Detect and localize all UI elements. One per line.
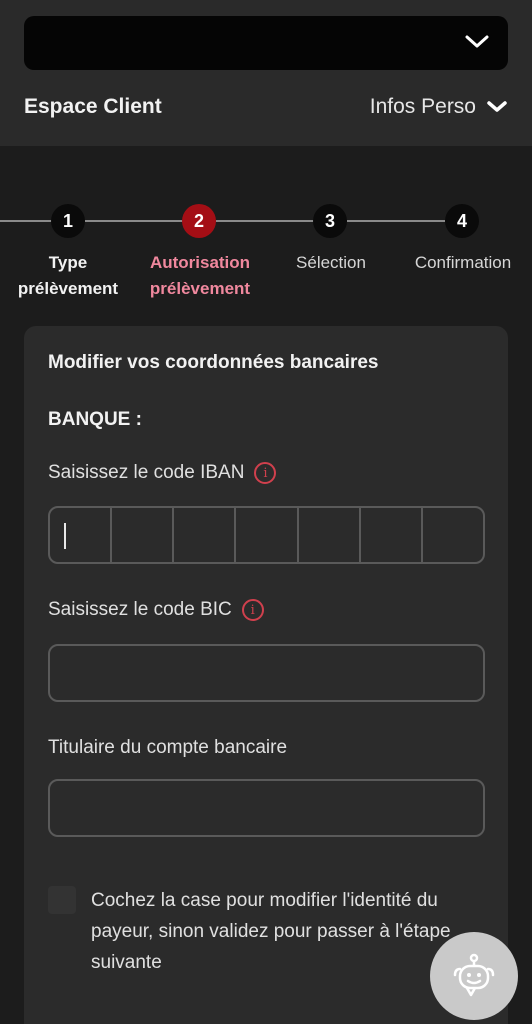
step-2-label-line2: prélèvement	[149, 279, 251, 298]
info-icon[interactable]: i	[254, 462, 277, 484]
iban-segment[interactable]	[423, 508, 483, 562]
iban-label-row: Saisissez le code IBAN i	[48, 462, 277, 484]
account-holder-input[interactable]	[48, 779, 485, 837]
step-2-circle: 2	[182, 204, 216, 238]
chatbot-button[interactable]	[430, 932, 518, 1020]
step-connector	[347, 220, 445, 222]
espace-client-title: Espace Client	[24, 95, 162, 118]
bic-label: Saisissez le code BIC	[48, 599, 232, 620]
text-caret	[64, 523, 66, 549]
bic-label-row: Saisissez le code BIC i	[48, 599, 264, 621]
step-2-label-line1: Autorisation	[149, 253, 251, 272]
chevron-down-icon	[465, 35, 489, 48]
chevron-down-icon	[487, 101, 507, 112]
step-1-label-line1: Type	[48, 253, 88, 272]
step-connector	[0, 220, 52, 222]
step-1-label: Type prélèvement	[8, 250, 128, 302]
section-title: BANQUE :	[48, 409, 142, 430]
holder-label-row: Titulaire du compte bancaire	[48, 737, 287, 759]
info-icon[interactable]: i	[241, 599, 264, 621]
iban-segment[interactable]	[299, 508, 361, 562]
step-1-circle: 1	[51, 204, 85, 238]
step-4-circle: 4	[445, 204, 479, 238]
checkbox-label: Cochez la case pour modifier l'identité …	[91, 890, 451, 973]
holder-label: Titulaire du compte bancaire	[48, 737, 288, 758]
step-connector	[85, 220, 183, 222]
step-3-label: Sélection	[296, 253, 366, 272]
chatbot-icon	[453, 953, 495, 997]
iban-segment[interactable]	[50, 508, 113, 562]
bic-input[interactable]	[48, 644, 485, 702]
step-3-circle: 3	[313, 204, 347, 238]
step-connector	[216, 220, 314, 222]
iban-segment[interactable]	[361, 508, 423, 562]
infos-perso-menu[interactable]: Infos Perso	[370, 95, 508, 119]
iban-label: Saisissez le code IBAN	[48, 462, 245, 483]
progress-stepper: 1 2 3 4 Type prélèvement Autorisation pr…	[0, 200, 532, 310]
infos-perso-label: Infos Perso	[369, 95, 476, 118]
card-title: Modifier vos coordonnées bancaires	[48, 352, 379, 373]
iban-input[interactable]	[48, 506, 485, 564]
step-2-label: Autorisation prélèvement	[136, 250, 264, 302]
iban-segment[interactable]	[112, 508, 175, 562]
step-4-label: Confirmation	[414, 253, 512, 272]
iban-segment[interactable]	[174, 508, 237, 562]
header: Espace Client Infos Perso	[0, 0, 532, 146]
top-dropdown[interactable]	[24, 16, 508, 70]
modify-payer-checkbox[interactable]	[48, 886, 76, 914]
step-1-label-line2: prélèvement	[17, 279, 119, 298]
bank-details-card: Modifier vos coordonnées bancaires BANQU…	[24, 326, 508, 1024]
iban-segment[interactable]	[236, 508, 299, 562]
